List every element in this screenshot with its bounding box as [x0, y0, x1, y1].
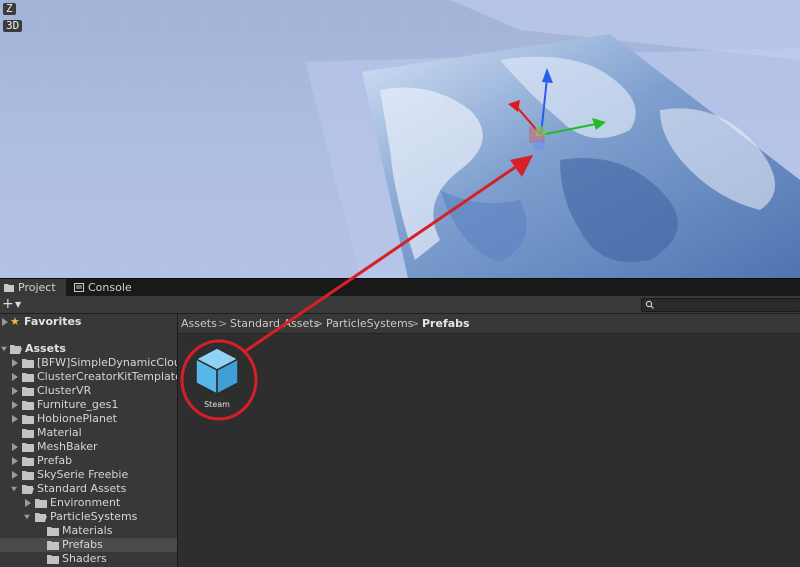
tab-project-label: Project [18, 281, 56, 294]
tree-item-label: Assets [25, 342, 66, 355]
scene-canvas[interactable] [0, 0, 800, 278]
expand-arrow-icon[interactable] [12, 457, 18, 465]
console-icon [74, 283, 84, 292]
search-icon [645, 300, 654, 309]
tree-item-bfw[interactable]: [BFW]SimpleDynamicClouds [0, 356, 177, 370]
tree-item-label: Materials [62, 524, 113, 537]
tree-item-favorites[interactable]: ★ Favorites [0, 315, 177, 329]
folder-icon [47, 555, 59, 564]
breadcrumb-separator-icon: > [218, 317, 228, 330]
prefab-cube-icon [194, 347, 240, 396]
folder-icon [35, 499, 47, 508]
tree-item-prefabs[interactable]: Prefabs [0, 538, 177, 552]
asset-steam[interactable]: Steam [190, 344, 244, 410]
expand-arrow-icon[interactable] [12, 387, 18, 395]
search-input[interactable] [641, 298, 800, 312]
tree-item-meshbaker[interactable]: MeshBaker [0, 440, 177, 454]
folder-icon [22, 443, 34, 452]
collapse-arrow-icon[interactable] [11, 485, 17, 493]
folder-icon [22, 457, 34, 466]
tree-item-environment[interactable]: Environment [0, 496, 177, 510]
expand-arrow-icon[interactable] [12, 471, 18, 479]
tree-item-shaders[interactable]: Shaders [0, 552, 177, 566]
tree-item-label: Environment [50, 496, 121, 509]
folder-icon [22, 401, 34, 410]
folder-icon [22, 373, 34, 382]
asset-label: Steam [204, 400, 230, 409]
folder-icon [22, 359, 34, 368]
tree-item-label: Standard Assets [37, 482, 127, 495]
asset-browser[interactable]: Assets > Standard Assets > ParticleSyste… [178, 314, 800, 567]
folder-icon [22, 415, 34, 424]
tree-item-materials[interactable]: Materials [0, 524, 177, 538]
tree-item-label: SkySerie Freebie [37, 468, 129, 481]
expand-arrow-icon[interactable] [12, 401, 18, 409]
tree-item-clustercreator[interactable]: ClusterCreatorKitTemplate [0, 370, 177, 384]
tree-item-label: ParticleSystems [50, 510, 138, 523]
tree-item-clustervr[interactable]: ClusterVR [0, 384, 177, 398]
expand-arrow-icon[interactable] [25, 499, 31, 507]
plus-icon: + [2, 296, 14, 312]
folder-icon [22, 471, 34, 480]
open-folder-icon [35, 513, 47, 522]
tree-item-label: Material [37, 426, 82, 439]
star-icon: ★ [10, 315, 20, 328]
tree-item-label: [BFW]SimpleDynamicClouds [37, 356, 177, 369]
expand-arrow-icon[interactable] [2, 318, 8, 326]
expand-arrow-icon[interactable] [12, 359, 18, 367]
breadcrumb-standard-assets[interactable]: Standard Assets [230, 314, 319, 333]
tree-item-label: Prefabs [62, 538, 103, 551]
breadcrumb-separator-icon: > [314, 317, 324, 330]
breadcrumb-prefabs[interactable]: Prefabs [422, 314, 470, 333]
axis-label[interactable]: Z [3, 3, 16, 15]
collapse-arrow-icon[interactable] [24, 513, 30, 521]
panel-tab-bar: Project Console [0, 278, 800, 297]
scene-view[interactable]: Z 3D [0, 0, 800, 278]
create-button[interactable]: + ▼ [2, 296, 24, 313]
folder-icon [47, 541, 59, 550]
tree-item-particlesystems[interactable]: ParticleSystems [0, 510, 177, 524]
expand-arrow-icon[interactable] [12, 415, 18, 423]
project-toolbar: + ▼ [0, 296, 800, 314]
breadcrumb: Assets > Standard Assets > ParticleSyste… [178, 314, 800, 334]
open-folder-icon [22, 485, 34, 494]
tree-item-hobioneplanet[interactable]: HobionePlanet [0, 412, 177, 426]
tree-item-standard-assets[interactable]: Standard Assets [0, 482, 177, 496]
tree-item-label: Favorites [24, 315, 82, 328]
tree-item-label: MeshBaker [37, 440, 98, 453]
tree-item-label: ClusterCreatorKitTemplate [37, 370, 177, 383]
breadcrumb-assets[interactable]: Assets [181, 314, 217, 333]
caret-down-icon: ▼ [15, 300, 22, 309]
tree-item-label: Prefab [37, 454, 73, 467]
tree-item-furniture[interactable]: Furniture_ges1 [0, 398, 177, 412]
folder-icon [4, 284, 14, 292]
view-mode-toggle[interactable]: 3D [3, 20, 23, 32]
folder-icon [47, 527, 59, 536]
tab-console-label: Console [88, 281, 132, 294]
tree-item-label: Furniture_ges1 [37, 398, 119, 411]
tree-item-material[interactable]: Material [0, 426, 177, 440]
breadcrumb-particlesystems[interactable]: ParticleSystems [326, 314, 413, 333]
project-folder-tree[interactable]: ★ Favorites Assets [BFW]SimpleDynamicClo… [0, 314, 177, 567]
tree-item-label: Shaders [62, 552, 107, 565]
tree-item-assets[interactable]: Assets [0, 342, 177, 356]
folder-icon [22, 387, 34, 396]
tree-item-label: ClusterVR [37, 384, 92, 397]
breadcrumb-separator-icon: > [410, 317, 420, 330]
tree-item-label: HobionePlanet [37, 412, 117, 425]
tab-project[interactable]: Project [0, 279, 66, 297]
tree-item-prefab[interactable]: Prefab [0, 454, 177, 468]
tab-console[interactable]: Console [70, 279, 140, 297]
expand-arrow-icon[interactable] [12, 443, 18, 451]
folder-icon [22, 429, 34, 438]
open-folder-icon [10, 345, 22, 354]
expand-arrow-icon[interactable] [12, 373, 18, 381]
tree-item-skyserie[interactable]: SkySerie Freebie [0, 468, 177, 482]
collapse-arrow-icon[interactable] [1, 345, 7, 353]
